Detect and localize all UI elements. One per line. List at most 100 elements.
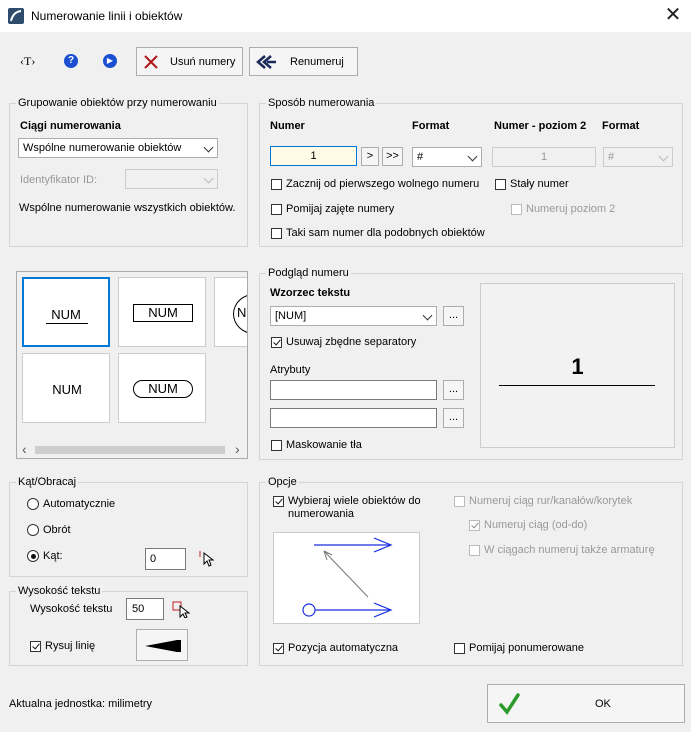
level2-value: 1 <box>540 151 548 163</box>
rotation-label: Obrót <box>43 524 71 536</box>
skip-taken-label: Pomijaj zajęte numery <box>286 203 395 215</box>
format-value: # <box>417 151 424 163</box>
chevron-down-icon <box>658 151 669 162</box>
last-number-button[interactable]: >> <box>382 147 403 166</box>
auto-position-checkbox[interactable] <box>273 643 284 654</box>
format-combo[interactable]: # <box>412 147 482 167</box>
delete-numbers-label: Usuń numery <box>170 56 236 68</box>
next-number-button[interactable]: > <box>361 147 379 166</box>
remove-separators-label: Usuwaj zbędne separatory <box>286 336 417 348</box>
sequence-value: Wspólne numerowanie obiektów <box>23 142 182 154</box>
number-pipe-seq-checkbox <box>454 496 465 507</box>
attribute-input-1[interactable] <box>270 380 437 400</box>
style-tile-plain[interactable]: NUM <box>22 353 110 423</box>
pattern-combo[interactable]: [NUM] <box>270 306 437 326</box>
attribute-browse-button-1[interactable]: ... <box>443 380 464 400</box>
line-style-button[interactable] <box>136 629 188 661</box>
check-icon <box>499 693 520 715</box>
ok-button[interactable]: OK <box>487 684 685 723</box>
number-level2-label: Numeruj poziom 2 <box>526 203 616 215</box>
automatic-label: Automatycznie <box>43 498 116 510</box>
number-level2-checkbox <box>511 204 522 215</box>
attribute-input-2[interactable] <box>270 408 437 428</box>
id-label: Identyfikator ID: <box>20 174 98 186</box>
delete-numbers-button[interactable]: Usuń numery <box>136 47 243 76</box>
ok-label: OK <box>595 698 611 710</box>
height-value: 50 <box>132 603 145 615</box>
pick-angle-icon[interactable] <box>198 549 214 567</box>
scroll-thumb[interactable] <box>35 446 225 454</box>
options-title: Opcje <box>266 476 299 488</box>
number-value: 1 <box>310 150 317 162</box>
skip-numbered-label: Pomijaj ponumerowane <box>469 642 584 654</box>
angle-label: Kąt: <box>43 550 63 562</box>
scroll-left-icon[interactable]: ‹ <box>22 441 27 457</box>
preview-title: Podgląd numeru <box>266 267 351 279</box>
pattern-value: [NUM] <box>275 310 307 322</box>
style-tile-underline[interactable]: NUM <box>22 277 110 347</box>
number-pipe-seq-label: Numeruj ciąg rur/kanałów/korytek <box>469 495 633 507</box>
renumber-label: Renumeruj <box>290 56 344 68</box>
arrows-diagram <box>273 532 420 624</box>
app-icon <box>8 8 24 24</box>
style-tile-circle[interactable]: NUM <box>214 277 247 347</box>
remove-separators-checkbox[interactable] <box>271 337 282 348</box>
arrows-diagram-icon <box>302 537 393 618</box>
angle-input[interactable]: 0 <box>145 548 186 570</box>
underline-mark <box>46 323 88 324</box>
mask-background-checkbox[interactable] <box>271 440 282 451</box>
start-first-free-checkbox[interactable] <box>271 179 282 190</box>
style-gallery: NUM NUM NUM NUM NUM ‹ › <box>16 271 248 459</box>
rotation-radio[interactable] <box>27 524 39 536</box>
number-preview-panel: 1 <box>480 283 675 448</box>
horizontal-scrollbar[interactable]: ‹ › <box>17 441 247 458</box>
draw-line-checkbox[interactable] <box>30 641 41 652</box>
skip-numbered-checkbox[interactable] <box>454 643 465 654</box>
unit-status: Aktualna jednostka: milimetry <box>9 698 153 710</box>
number-seq-from-to-label: Numeruj ciąg (od-do) <box>484 519 588 531</box>
style-tile-rounded[interactable]: NUM <box>118 353 206 423</box>
scroll-right-icon[interactable]: › <box>235 441 240 457</box>
fixed-number-checkbox[interactable] <box>495 179 506 190</box>
rewind-arrows-icon <box>256 55 276 69</box>
angle-title: Kąt/Obracaj <box>16 476 79 488</box>
attribute-browse-button-2[interactable]: ... <box>443 408 464 428</box>
style-tile-label: NUM <box>52 382 82 397</box>
pick-height-icon[interactable] <box>172 600 190 618</box>
angle-value: 0 <box>150 553 157 565</box>
chevron-down-icon <box>203 142 214 153</box>
close-button[interactable]: ✕ <box>660 4 686 26</box>
angle-radio[interactable] <box>27 550 39 562</box>
style-tile-label: NUM <box>148 381 178 396</box>
help-icon[interactable]: ? <box>64 54 78 68</box>
same-for-similar-label: Taki sam numer dla podobnych obiektów <box>286 227 485 239</box>
start-first-free-label: Zacznij od pierwszego wolnego numeru <box>286 178 480 190</box>
skip-taken-checkbox[interactable] <box>271 204 282 215</box>
text-height-title: Wysokość tekstu <box>16 585 103 597</box>
select-multiple-checkbox[interactable] <box>273 496 284 507</box>
automatic-radio[interactable] <box>27 498 39 510</box>
preview-underline <box>499 385 655 386</box>
attributes-label: Atrybuty <box>270 364 311 376</box>
id-combo <box>125 169 218 189</box>
same-for-similar-checkbox[interactable] <box>271 228 282 239</box>
grouping-title: Grupowanie obiektów przy numerowaniu <box>16 97 219 109</box>
play-icon[interactable]: ▶ <box>103 54 117 68</box>
format-label: Format <box>412 120 450 132</box>
renumber-button[interactable]: Renumeruj <box>249 47 358 76</box>
level2-label: Numer - poziom 2 <box>494 120 587 132</box>
style-tile-label: NUM <box>148 305 178 320</box>
pattern-browse-button[interactable]: ... <box>443 306 464 326</box>
sequence-combo[interactable]: Wspólne numerowanie obiektów <box>18 138 218 158</box>
height-input[interactable]: 50 <box>126 598 164 620</box>
chevron-down-icon <box>422 310 433 321</box>
auto-position-label: Pozycja automatyczna <box>288 642 399 654</box>
style-tile-box[interactable]: NUM <box>118 277 206 347</box>
in-seq-fittings-checkbox <box>469 545 480 556</box>
number-seq-from-to-checkbox <box>469 520 480 531</box>
in-seq-fittings-label: W ciągach numeruj także armaturę <box>484 544 655 556</box>
mask-background-label: Maskowanie tła <box>286 439 362 451</box>
number-input[interactable]: 1 <box>270 146 357 166</box>
fixed-number-label: Stały numer <box>510 178 569 190</box>
text-style-icon[interactable]: ‹T› <box>20 54 35 69</box>
